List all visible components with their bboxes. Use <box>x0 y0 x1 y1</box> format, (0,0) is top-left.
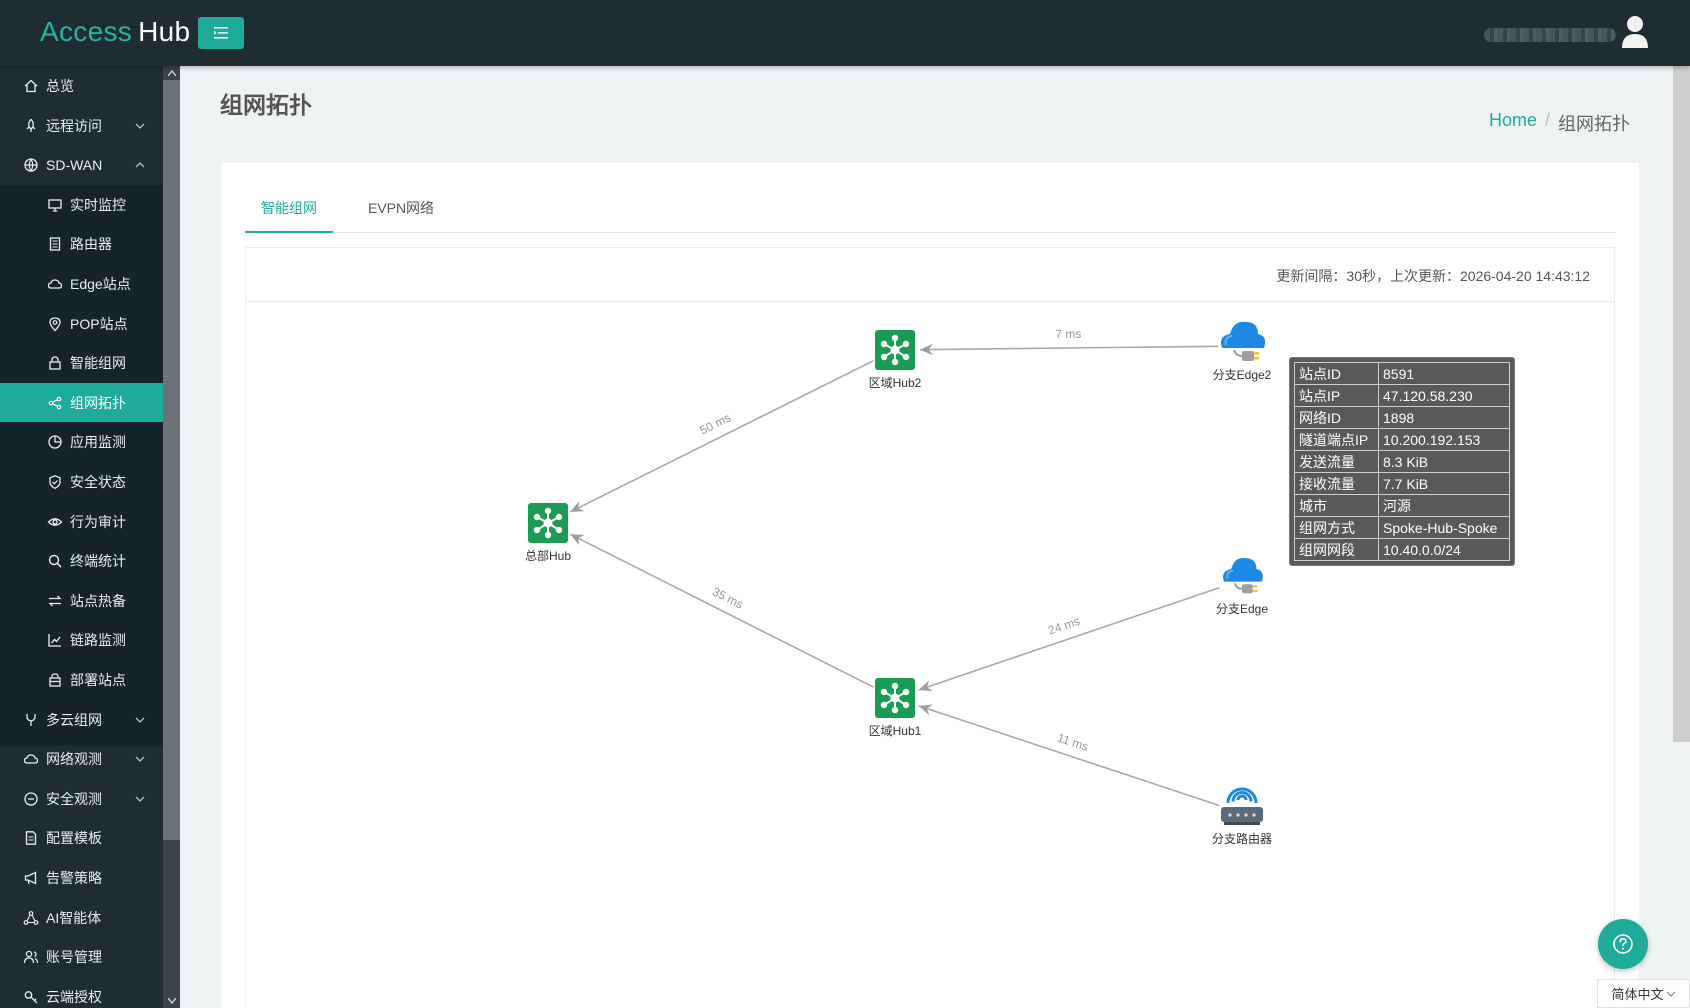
user-avatar-icon[interactable] <box>1620 14 1650 50</box>
topology-link-1[interactable] <box>569 533 874 688</box>
tooltip-row: 城市 河源 <box>1294 494 1510 517</box>
brand-part-hub: Hub <box>138 16 191 47</box>
menu-toggle-button[interactable] <box>198 17 244 49</box>
wifi-router-icon <box>1221 787 1263 825</box>
brand-logo[interactable]: Access Hub <box>40 16 190 48</box>
cloud-plug-icon <box>1221 321 1266 361</box>
tooltip-key: 接收流量 <box>1294 472 1379 495</box>
topology-node-label: 分支Edge <box>1216 602 1268 616</box>
tooltip-key: 站点ID <box>1294 362 1379 385</box>
tooltip-key: 组网网段 <box>1294 538 1379 561</box>
hub-icon <box>528 503 568 543</box>
topology-node-router[interactable]: 分支路由器 <box>1212 787 1272 846</box>
tooltip-value: Spoke-Hub-Spoke <box>1378 516 1510 539</box>
user-name-blurred[interactable] <box>1484 28 1616 42</box>
language-label: 简体中文 <box>1611 987 1664 1002</box>
tooltip-key: 站点IP <box>1294 384 1379 407</box>
tooltip-key: 网络ID <box>1294 406 1379 429</box>
language-selector[interactable]: 简体中文 <box>1597 979 1690 1008</box>
topology-node-label: 区域Hub2 <box>869 376 922 390</box>
tooltip-value: 河源 <box>1378 494 1510 517</box>
hub-icon <box>875 330 915 370</box>
tooltip-row: 组网网段 10.40.0.0/24 <box>1294 538 1510 561</box>
tooltip-key: 组网方式 <box>1294 516 1379 539</box>
brand-part-access: Access <box>40 16 133 47</box>
topology-link-0[interactable] <box>570 359 874 513</box>
node-tooltip: 站点ID 8591 站点IP 47.120.58.230 网络ID 1898 隧道端点IP 1… <box>1289 357 1515 566</box>
topology-node-label: 总部Hub <box>525 548 571 563</box>
tooltip-key: 发送流量 <box>1294 450 1379 473</box>
tooltip-value: 7.7 KiB <box>1378 472 1510 495</box>
tooltip-table: 站点ID 8591 站点IP 47.120.58.230 网络ID 1898 隧道端点IP 1… <box>1294 362 1510 561</box>
tooltip-key: 隧道端点IP <box>1294 428 1379 451</box>
tooltip-row: 站点ID 8591 <box>1294 362 1510 385</box>
page-scrollbar[interactable] <box>1673 66 1690 742</box>
topology-link-label-4: 11 ms <box>1056 731 1091 754</box>
tooltip-value: 1898 <box>1378 406 1510 429</box>
menu-icon <box>214 27 228 39</box>
tooltip-value: 8591 <box>1378 362 1510 385</box>
topology-link-2[interactable] <box>919 343 1219 356</box>
tooltip-value: 10.200.192.153 <box>1378 428 1510 451</box>
tooltip-row: 发送流量 8.3 KiB <box>1294 450 1510 473</box>
topology-link-3[interactable] <box>918 586 1220 692</box>
topology-node-hub2[interactable]: 区域Hub2 <box>869 330 922 390</box>
topology-node-label: 分支Edge2 <box>1213 368 1272 382</box>
tooltip-row: 网络ID 1898 <box>1294 406 1510 429</box>
tooltip-row: 接收流量 7.7 KiB <box>1294 472 1510 495</box>
tooltip-row: 隧道端点IP 10.200.192.153 <box>1294 428 1510 451</box>
topology-node-edge[interactable]: 分支Edge <box>1216 557 1268 616</box>
help-icon <box>1613 934 1633 954</box>
topology-node-edge2[interactable]: 分支Edge2 <box>1213 321 1272 382</box>
topology-node-hq[interactable]: 总部Hub <box>525 503 571 563</box>
topology-node-label: 分支路由器 <box>1212 831 1272 846</box>
top-bar: Access Hub <box>0 0 1690 66</box>
help-button[interactable] <box>1598 919 1648 969</box>
tooltip-value: 10.40.0.0/24 <box>1378 538 1510 561</box>
tooltip-value: 8.3 KiB <box>1378 450 1510 473</box>
topology-link-label-3: 24 ms <box>1046 614 1081 638</box>
tooltip-value: 47.120.58.230 <box>1378 384 1510 407</box>
chevron-down-icon <box>1666 991 1675 997</box>
tooltip-key: 城市 <box>1294 494 1379 517</box>
tooltip-row: 组网方式 Spoke-Hub-Spoke <box>1294 516 1510 539</box>
hub-icon <box>875 678 915 718</box>
topology-node-hub1[interactable]: 区域Hub1 <box>869 678 922 738</box>
topology-node-label: 区域Hub1 <box>869 724 922 738</box>
topology-link-4[interactable] <box>918 704 1220 807</box>
topology-link-label-2: 7 ms <box>1055 327 1081 341</box>
tooltip-row: 站点IP 47.120.58.230 <box>1294 384 1510 407</box>
cloud-plug-icon <box>1223 557 1263 594</box>
